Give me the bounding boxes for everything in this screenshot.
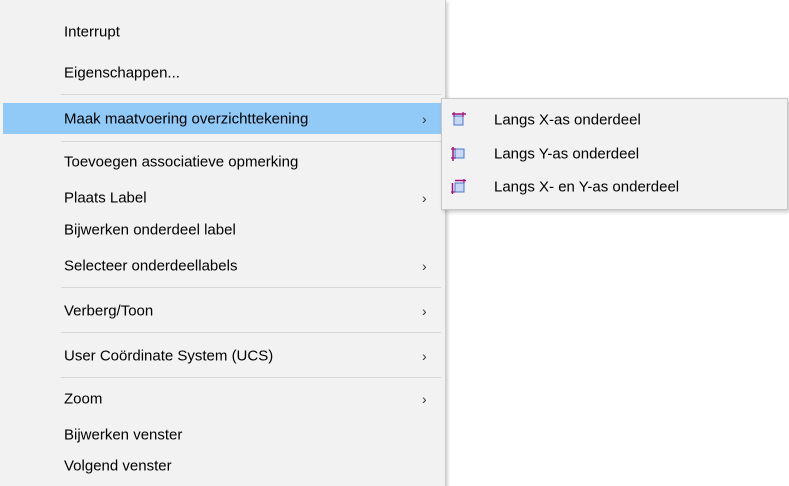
chevron-right-icon: ›	[422, 110, 427, 127]
menu-separator	[61, 94, 441, 95]
context-menu: Interrupt Eigenschappen... Maak maatvoer…	[0, 0, 446, 486]
dimension-y-icon	[451, 146, 467, 162]
menu-separator	[61, 332, 441, 333]
submenu-item-label: Langs X- en Y-as onderdeel	[494, 178, 680, 196]
menu-item-label: Zoom	[64, 390, 103, 407]
submenu-item-x-en-y-as[interactable]: Langs X- en Y-as onderdeel	[443, 172, 786, 202]
menu-item-interrupt[interactable]: Interrupt	[3, 16, 441, 47]
menu-item-bijwerken-venster[interactable]: Bijwerken venster	[3, 419, 441, 450]
menu-item-verberg-toon[interactable]: Verberg/Toon ›	[3, 295, 441, 326]
submenu-item-label: Langs X-as onderdeel	[494, 111, 641, 129]
menu-item-volgend-venster[interactable]: Volgend venster	[3, 450, 441, 481]
menu-item-ucs[interactable]: User Coördinate System (UCS) ›	[3, 340, 441, 371]
chevron-right-icon: ›	[422, 390, 427, 407]
submenu-item-x-as[interactable]: Langs X-as onderdeel	[443, 105, 786, 135]
menu-item-label: Bijwerken venster	[64, 426, 183, 443]
submenu-item-label: Langs Y-as onderdeel	[494, 145, 640, 163]
menu-item-toevoegen-opmerking[interactable]: Toevoegen associatieve opmerking	[3, 146, 441, 177]
menu-item-label: Maak maatvoering overzichttekening	[64, 110, 309, 127]
menu-item-label: Toevoegen associatieve opmerking	[64, 153, 299, 170]
chevron-right-icon: ›	[422, 347, 427, 364]
submenu-item-y-as[interactable]: Langs Y-as onderdeel	[443, 139, 786, 169]
dimension-x-icon	[451, 112, 467, 128]
menu-item-label: Bijwerken onderdeel label	[64, 221, 236, 238]
menu-item-label: Eigenschappen...	[64, 64, 180, 81]
menu-separator	[61, 377, 441, 378]
chevron-right-icon: ›	[422, 189, 427, 206]
menu-item-selecteer-labels[interactable]: Selecteer onderdeellabels ›	[3, 250, 441, 281]
menu-item-label: Verberg/Toon	[64, 302, 154, 319]
menu-item-label: Selecteer onderdeellabels	[64, 257, 238, 274]
dimension-xy-icon	[451, 179, 467, 195]
menu-item-label: Volgend venster	[64, 457, 172, 474]
menu-item-label: User Coördinate System (UCS)	[64, 347, 274, 364]
chevron-right-icon: ›	[422, 302, 427, 319]
menu-item-maak-maatvoering[interactable]: Maak maatvoering overzichttekening ›	[3, 103, 441, 134]
submenu-maatvoering: Langs X-as onderdeel Langs Y-as onderdee…	[441, 98, 788, 210]
menu-item-plaats-label[interactable]: Plaats Label ›	[3, 182, 441, 213]
menu-item-eigenschappen[interactable]: Eigenschappen...	[3, 57, 441, 88]
menu-item-label: Interrupt	[64, 23, 120, 40]
menu-separator	[61, 287, 441, 288]
menu-item-zoom[interactable]: Zoom ›	[3, 383, 441, 414]
chevron-right-icon: ›	[422, 257, 427, 274]
menu-separator	[61, 141, 441, 142]
menu-item-label: Plaats Label	[64, 189, 147, 206]
menu-item-bijwerken-label[interactable]: Bijwerken onderdeel label	[3, 214, 441, 245]
